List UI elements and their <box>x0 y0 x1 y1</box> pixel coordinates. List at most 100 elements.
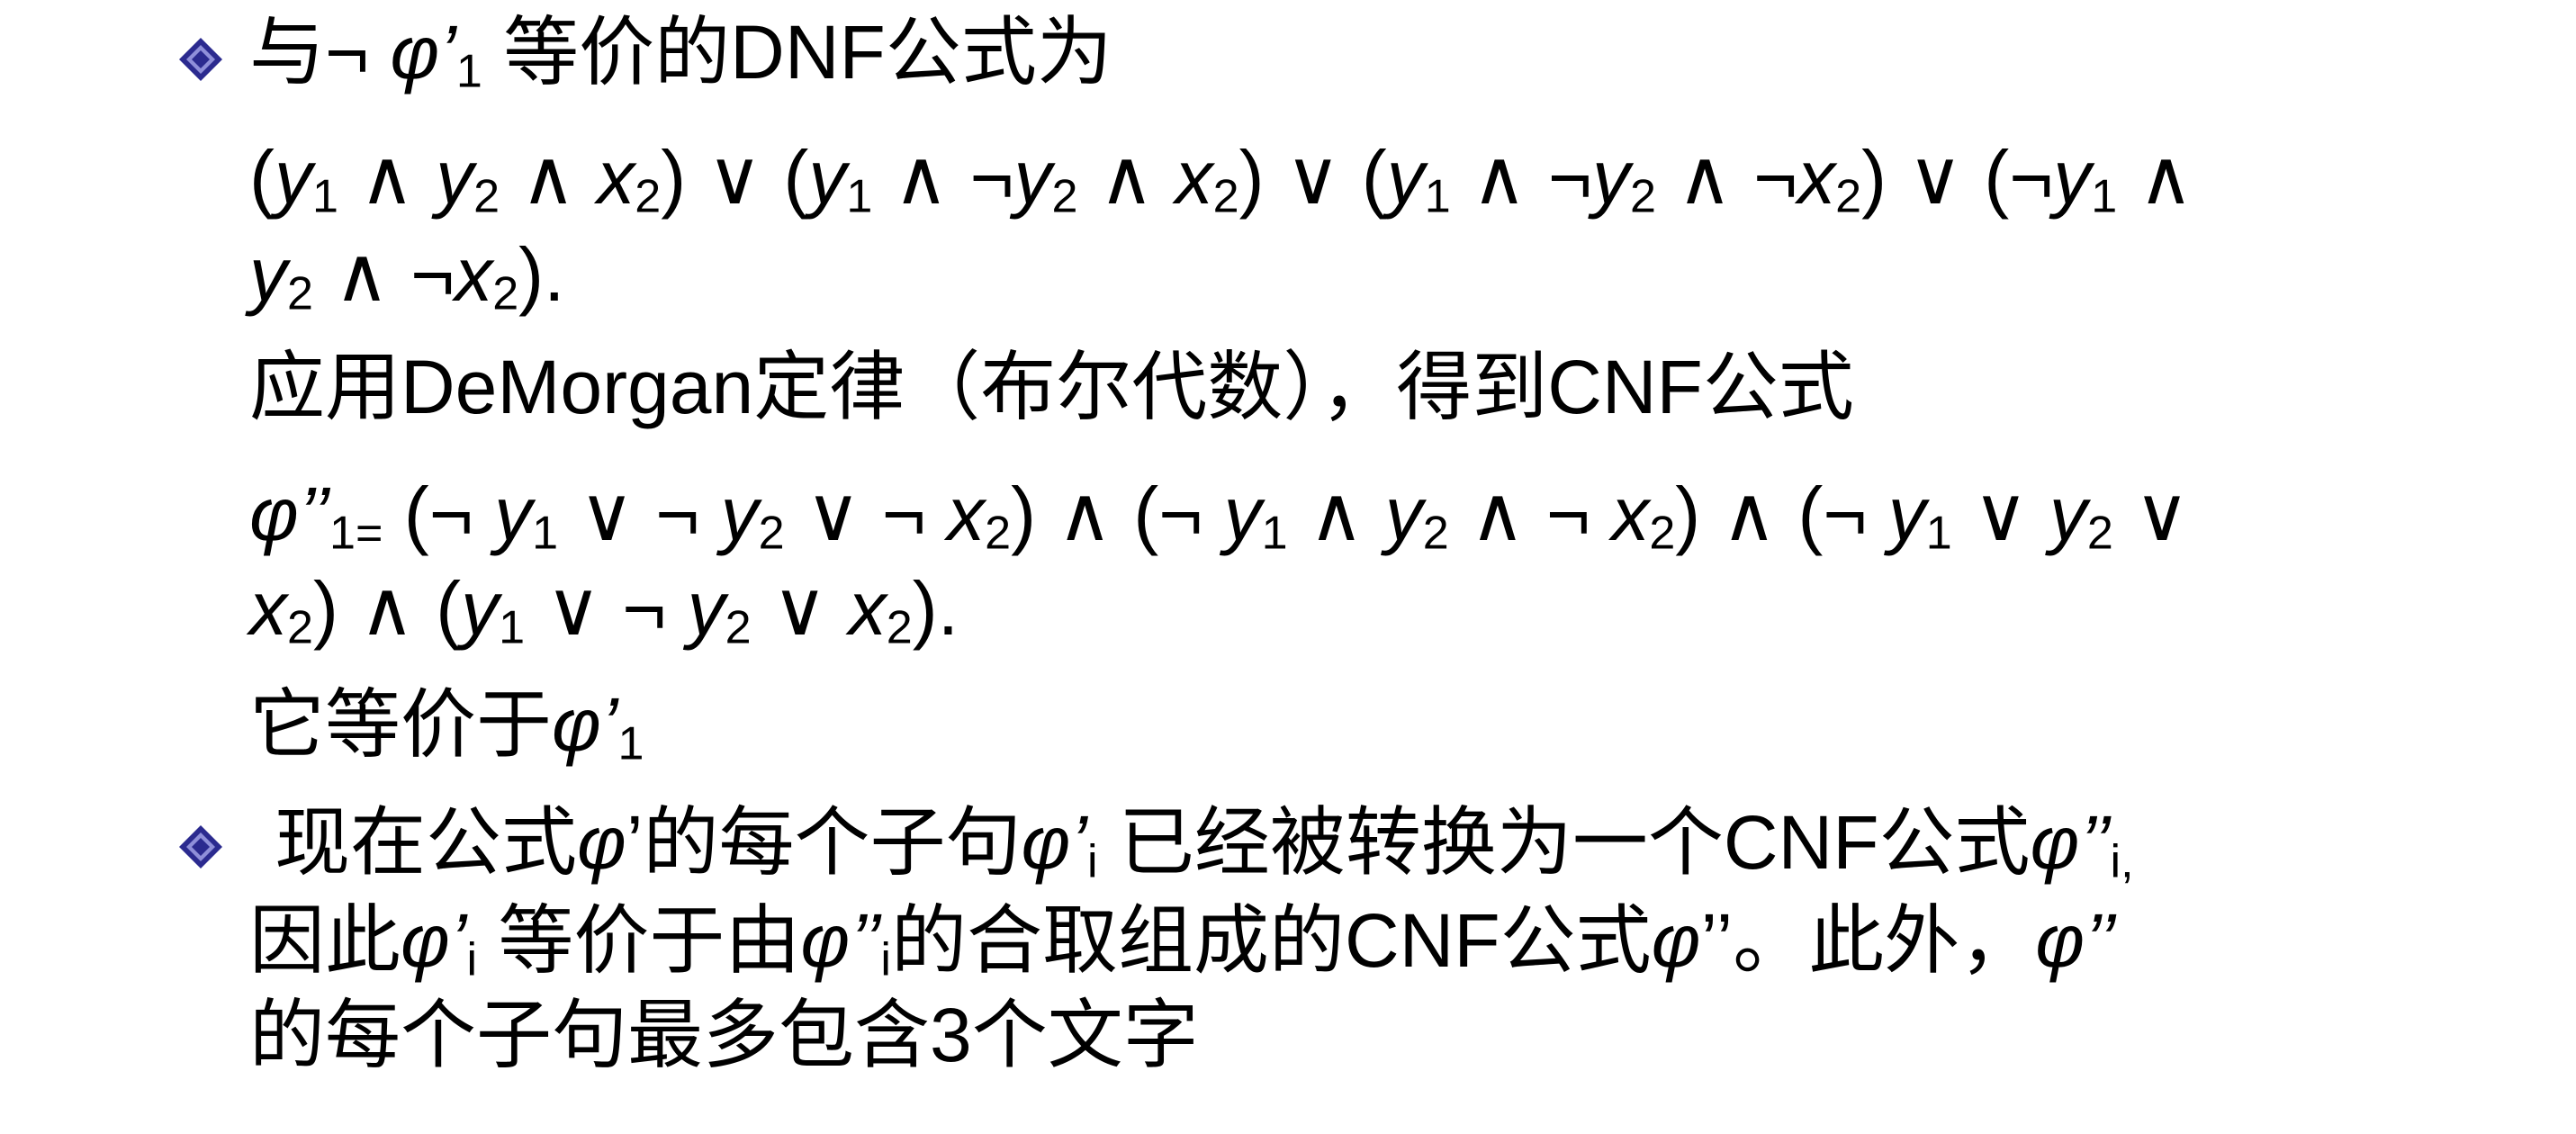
variable: y <box>436 135 474 220</box>
variable: x <box>1175 135 1213 220</box>
formula-text: ∨ <box>751 566 849 651</box>
subscript: 2 <box>2086 507 2113 560</box>
demorgan-sentence: 应用DeMorgan定律（布尔代数），得到CNF公式 <box>249 345 1854 429</box>
prime-mark: ’’ <box>850 898 881 983</box>
bullet2-text: 的合取组成的CNF公式 <box>891 898 1652 983</box>
subscript: 1 <box>846 170 873 223</box>
subscript: 2 <box>635 170 662 223</box>
diamond-bullet-icon <box>179 38 222 81</box>
subscript: 1 <box>617 717 644 770</box>
bullet1-heading: 与¬ φ’1 等价的DNF公式为 <box>249 7 1112 97</box>
variable: y <box>1591 135 1630 220</box>
phi-symbol: φ <box>249 472 299 556</box>
prime-mark: ’’ <box>2079 800 2111 885</box>
subscript: 1 <box>1925 507 1952 560</box>
variable: x <box>455 232 493 317</box>
formula-text: ∨ ¬ <box>558 472 721 556</box>
variable: y <box>494 472 533 556</box>
variable: x <box>1611 472 1650 556</box>
formula-text: ) ∧ (¬ <box>1675 472 1888 556</box>
bullet2-text: 已经被转换为一个CNF公式 <box>1097 800 2031 885</box>
formula-text: ∧ <box>338 135 437 220</box>
variable: x <box>848 566 887 651</box>
formula-text: ∨ <box>2112 472 2190 556</box>
bullet1-tail: 等价的DNF公式为 <box>482 10 1112 94</box>
bullet1-lead: 与¬ <box>249 10 391 94</box>
bullet2-line-1: 现在公式φ’的每个子句φ’i 已经被转换为一个CNF公式φ’’i, <box>275 797 2134 887</box>
subscript: 2 <box>1629 170 1656 223</box>
formula-text: ∧ ¬ <box>872 135 1014 220</box>
dnf-formula-line-1: (y1 ∧ y2 ∧ x2) ∨ (y1 ∧ ¬y2 ∧ x2) ∨ (y1 ∧… <box>249 132 2193 222</box>
variable: y <box>1013 135 1052 220</box>
diamond-bullet-icon <box>179 825 222 868</box>
phi-symbol: φ <box>1021 800 1071 885</box>
subscript: 1 <box>532 507 559 560</box>
formula-text: ∧ ¬ <box>1450 135 1592 220</box>
formula-text: ) ∨ ( <box>661 135 809 220</box>
subscript: 2 <box>1835 170 1862 223</box>
formula-text: ∧ <box>1077 135 1175 220</box>
subscript: 2 <box>492 267 519 320</box>
variable: x <box>947 472 986 556</box>
equivalence-sentence: 它等价于φ’1 <box>249 680 644 770</box>
subscript: 2 <box>1649 507 1676 560</box>
variable: x <box>1797 135 1836 220</box>
variable: y <box>2053 135 2092 220</box>
variable: y <box>1386 135 1425 220</box>
subscript: 1 <box>499 601 526 654</box>
subscript: 2 <box>985 507 1012 560</box>
formula-text: ∧ ¬ <box>1448 472 1612 556</box>
formula-text: ∧ ¬ <box>312 232 455 317</box>
prime-mark: ’’ <box>2085 898 2116 983</box>
phi-symbol: φ <box>2035 898 2085 983</box>
subscript: 2 <box>886 601 913 654</box>
bullet2-text: 因此 <box>249 898 401 983</box>
subscript: i <box>880 933 891 986</box>
subscript: 2 <box>758 507 785 560</box>
variable: y <box>1887 472 1926 556</box>
bullet2-text: ’的每个子句 <box>626 800 1022 885</box>
bullet2-text: 等价于由 <box>477 898 801 983</box>
variable: y <box>461 566 500 651</box>
variable: y <box>2049 472 2087 556</box>
subscript: 1 <box>1424 170 1451 223</box>
phi-symbol: φ <box>401 898 450 983</box>
formula-text: ). <box>912 566 959 651</box>
subscript: 2 <box>287 601 313 654</box>
formula-text: ∧ <box>500 135 598 220</box>
prime-mark: ’ <box>449 898 467 983</box>
subscript: i <box>466 933 478 986</box>
formula-text: ) ∨ ( <box>1238 135 1387 220</box>
subscript: 1= <box>329 507 383 560</box>
prime-mark: ’ <box>1070 800 1087 885</box>
formula-text: ∨ ¬ <box>525 566 688 651</box>
subscript: 2 <box>1422 507 1449 560</box>
formula-text: ∧ ¬ <box>1655 135 1798 220</box>
formula-text: ∨ ¬ <box>784 472 948 556</box>
phi-symbol: φ <box>2030 800 2080 885</box>
variable: y <box>720 472 759 556</box>
variable: y <box>687 566 725 651</box>
subscript: 1 <box>311 170 338 223</box>
dnf-formula-line-2: y2 ∧ ¬x2). <box>249 230 564 320</box>
cnf-formula-line-1: φ’’1= (¬ y1 ∨ ¬ y2 ∨ ¬ x2) ∧ (¬ y1 ∧ y2 … <box>249 469 2190 559</box>
variable: y <box>1223 472 1262 556</box>
phi-symbol: φ <box>1651 898 1701 983</box>
formula-text: ∧ <box>1287 472 1385 556</box>
variable: y <box>249 232 287 317</box>
prime-mark: ’ <box>439 10 456 94</box>
equiv-lead: 它等价于 <box>249 682 553 767</box>
formula-text: ∧ <box>2117 135 2194 220</box>
phi-symbol: φ <box>577 800 626 885</box>
subscript: i <box>1086 835 1098 888</box>
subscript: 1 <box>1261 507 1288 560</box>
phi-symbol: φ <box>552 682 601 767</box>
phi-symbol: φ <box>390 10 440 94</box>
formula-text: (¬ <box>383 472 495 556</box>
bullet2-line-3: 的每个子句最多包含3个文字 <box>249 993 1199 1077</box>
subscript: 2 <box>287 267 313 320</box>
subscript: i, <box>2110 835 2134 888</box>
variable: x <box>597 135 635 220</box>
formula-text: ). <box>518 232 565 317</box>
subscript: 1 <box>2091 170 2118 223</box>
